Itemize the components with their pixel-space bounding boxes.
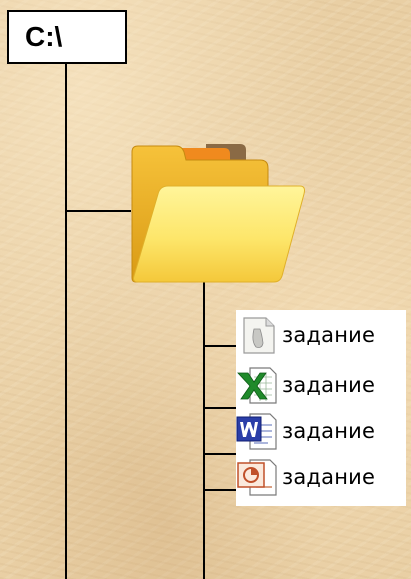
powerpoint-document-icon [237,459,277,496]
file-name: задание [282,419,376,443]
excel-document-icon [237,367,277,404]
file-branch-line-3 [203,453,239,455]
file-branch-line-1 [203,345,239,347]
drive-root-box: C:\ [7,10,127,64]
folder-trunk-line [203,282,205,579]
file-branch-line-4 [203,489,239,491]
file-item[interactable]: задание [236,410,406,452]
file-name: задание [282,323,376,347]
file-list: задание задание задание задание [236,310,406,506]
text-document-icon [243,317,275,354]
file-branch-line-2 [203,407,239,409]
drive-root-label: C:\ [25,21,63,52]
file-item[interactable]: задание [236,456,406,498]
file-name: задание [282,373,376,397]
file-name: задание [282,465,376,489]
file-item[interactable]: задание [236,314,406,356]
word-document-icon [236,413,277,450]
file-item[interactable]: задание [236,364,406,406]
root-trunk-line [65,64,67,579]
folder-branch-line [65,210,131,212]
folder-icon[interactable] [128,138,308,284]
